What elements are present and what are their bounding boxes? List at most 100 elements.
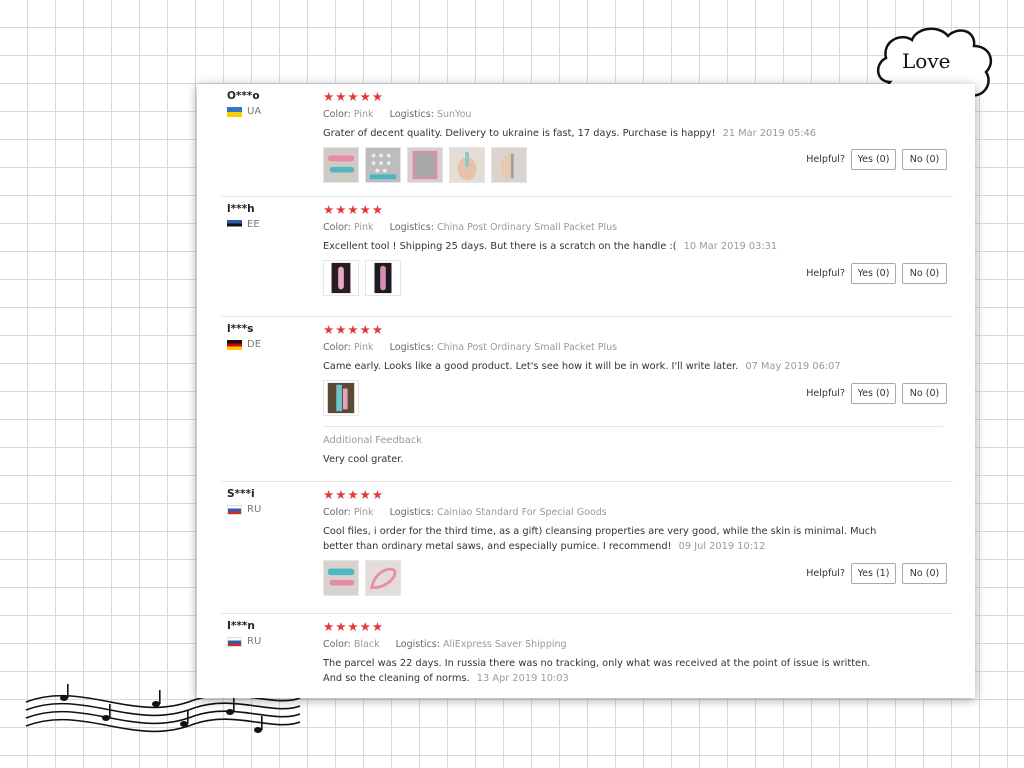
review-body: Excellent tool ! Shipping 25 days. But t… [323, 241, 677, 252]
additional-feedback-text: Very cool grater. [323, 454, 404, 465]
helpful-controls: Helpful? Yes (1) No (0) [806, 563, 947, 584]
review-meta: Color: Pink Logistics: China Post Ordina… [323, 342, 943, 353]
country-code: UA [247, 106, 262, 117]
reviewer-country: RU [227, 636, 317, 647]
review-body: The parcel was 22 days. In russia there … [323, 658, 871, 684]
reviewer-name: l***h [227, 203, 255, 215]
review-text: Excellent tool ! Shipping 25 days. But t… [323, 239, 943, 254]
reviewer-country: RU [227, 504, 317, 515]
logistics-label: Logistics: [389, 342, 434, 353]
review-item: I***n RU ★★★★★ Color: Black Logistics: A… [221, 614, 953, 698]
logistics-label: Logistics: [389, 507, 434, 518]
review-text: Cool files, i order for the third time, … [323, 524, 883, 554]
review-date: 13 Apr 2019 10:03 [476, 673, 569, 684]
review-item: l***s DE ★★★★★ Color: Pink Logistics: Ch… [221, 317, 953, 482]
country-code: EE [247, 219, 260, 230]
no-button[interactable]: No (0) [902, 563, 947, 584]
review-text: Grater of decent quality. Delivery to uk… [323, 126, 943, 141]
review-photo[interactable] [449, 147, 485, 183]
flag-ee-icon [227, 219, 242, 230]
flag-ua-icon [227, 106, 242, 117]
review-photo[interactable] [365, 560, 401, 596]
logistics-value: China Post Ordinary Small Packet Plus [436, 342, 618, 353]
logistics-label: Logistics: [389, 222, 434, 233]
helpful-label: Helpful? [806, 268, 845, 279]
yes-button[interactable]: Yes (0) [851, 149, 896, 170]
color-label: Color: [323, 109, 351, 120]
star-rating: ★★★★★ [323, 619, 385, 634]
review-date: 07 May 2019 06:07 [745, 361, 841, 372]
review-body: Grater of decent quality. Delivery to uk… [323, 128, 716, 139]
helpful-controls: Helpful? Yes (0) No (0) [806, 149, 947, 170]
color-label: Color: [323, 342, 351, 353]
reviews-panel: O***o UA ★★★★★ Color: Pink Logistics: Su… [197, 84, 975, 698]
color-label: Color: [323, 507, 351, 518]
review-meta: Color: Pink Logistics: Cainiao Standard … [323, 507, 943, 518]
review-body: Cool files, i order for the third time, … [323, 526, 877, 552]
logistics-value: China Post Ordinary Small Packet Plus [436, 222, 618, 233]
review-text: The parcel was 22 days. In russia there … [323, 656, 883, 686]
logistics-value: Cainiao Standard For Special Goods [436, 507, 607, 518]
reviewer-name: I***n [227, 620, 255, 632]
reviewer-country: UA [227, 106, 317, 117]
reviewer-country: EE [227, 219, 317, 230]
no-button[interactable]: No (0) [902, 383, 947, 404]
yes-button[interactable]: Yes (0) [851, 263, 896, 284]
review-meta: Color: Pink Logistics: China Post Ordina… [323, 222, 943, 233]
logistics-value: SunYou [436, 109, 472, 120]
logistics-label: Logistics: [395, 639, 440, 650]
yes-button[interactable]: Yes (0) [851, 383, 896, 404]
helpful-label: Helpful? [806, 568, 845, 579]
reviewer-country: DE [227, 339, 317, 350]
review-text: Came early. Looks like a good product. L… [323, 359, 943, 374]
review-photo[interactable] [365, 147, 401, 183]
no-button[interactable]: No (0) [902, 263, 947, 284]
flag-ru-icon [227, 504, 242, 515]
color-value: Pink [353, 507, 374, 518]
color-label: Color: [323, 639, 351, 650]
review-date: 10 Mar 2019 03:31 [683, 241, 778, 252]
review-photo[interactable] [323, 147, 359, 183]
helpful-controls: Helpful? Yes (0) No (0) [806, 263, 947, 284]
review-photo[interactable] [365, 260, 401, 296]
flag-de-icon [227, 339, 242, 350]
review-photo[interactable] [323, 260, 359, 296]
additional-feedback: Additional Feedback Very cool grater. [323, 426, 943, 465]
color-value: Pink [353, 109, 374, 120]
reviewer-name: O***o [227, 90, 260, 102]
star-rating: ★★★★★ [323, 322, 385, 337]
color-value: Pink [353, 342, 374, 353]
star-rating: ★★★★★ [323, 202, 385, 217]
review-photo[interactable] [491, 147, 527, 183]
country-code: DE [247, 339, 262, 350]
no-button[interactable]: No (0) [902, 149, 947, 170]
logistics-label: Logistics: [389, 109, 434, 120]
flag-ru-icon [227, 636, 242, 647]
review-date: 09 Jul 2019 10:12 [678, 541, 766, 552]
review-photo[interactable] [323, 380, 359, 416]
review-photo[interactable] [407, 147, 443, 183]
star-rating: ★★★★★ [323, 487, 385, 502]
review-item: l***h EE ★★★★★ Color: Pink Logistics: Ch… [221, 197, 953, 317]
country-code: RU [247, 504, 262, 515]
yes-button[interactable]: Yes (1) [851, 563, 896, 584]
helpful-controls: Helpful? Yes (0) No (0) [806, 383, 947, 404]
review-meta: Color: Black Logistics: AliExpress Saver… [323, 639, 943, 650]
review-photo[interactable] [323, 560, 359, 596]
review-item: O***o UA ★★★★★ Color: Pink Logistics: Su… [221, 84, 953, 197]
country-code: RU [247, 636, 262, 647]
helpful-label: Helpful? [806, 388, 845, 399]
star-rating: ★★★★★ [323, 89, 385, 104]
color-value: Black [353, 639, 380, 650]
review-date: 21 Mar 2019 05:46 [722, 128, 817, 139]
color-value: Pink [353, 222, 374, 233]
helpful-label: Helpful? [806, 154, 845, 165]
reviewer-name: S***i [227, 488, 255, 500]
reviewer-name: l***s [227, 323, 254, 335]
review-body: Came early. Looks like a good product. L… [323, 361, 739, 372]
review-meta: Color: Pink Logistics: SunYou [323, 109, 943, 120]
color-label: Color: [323, 222, 351, 233]
logistics-value: AliExpress Saver Shipping [442, 639, 567, 650]
review-item: S***i RU ★★★★★ Color: Pink Logistics: Ca… [221, 482, 953, 614]
love-text: Love [902, 49, 950, 73]
